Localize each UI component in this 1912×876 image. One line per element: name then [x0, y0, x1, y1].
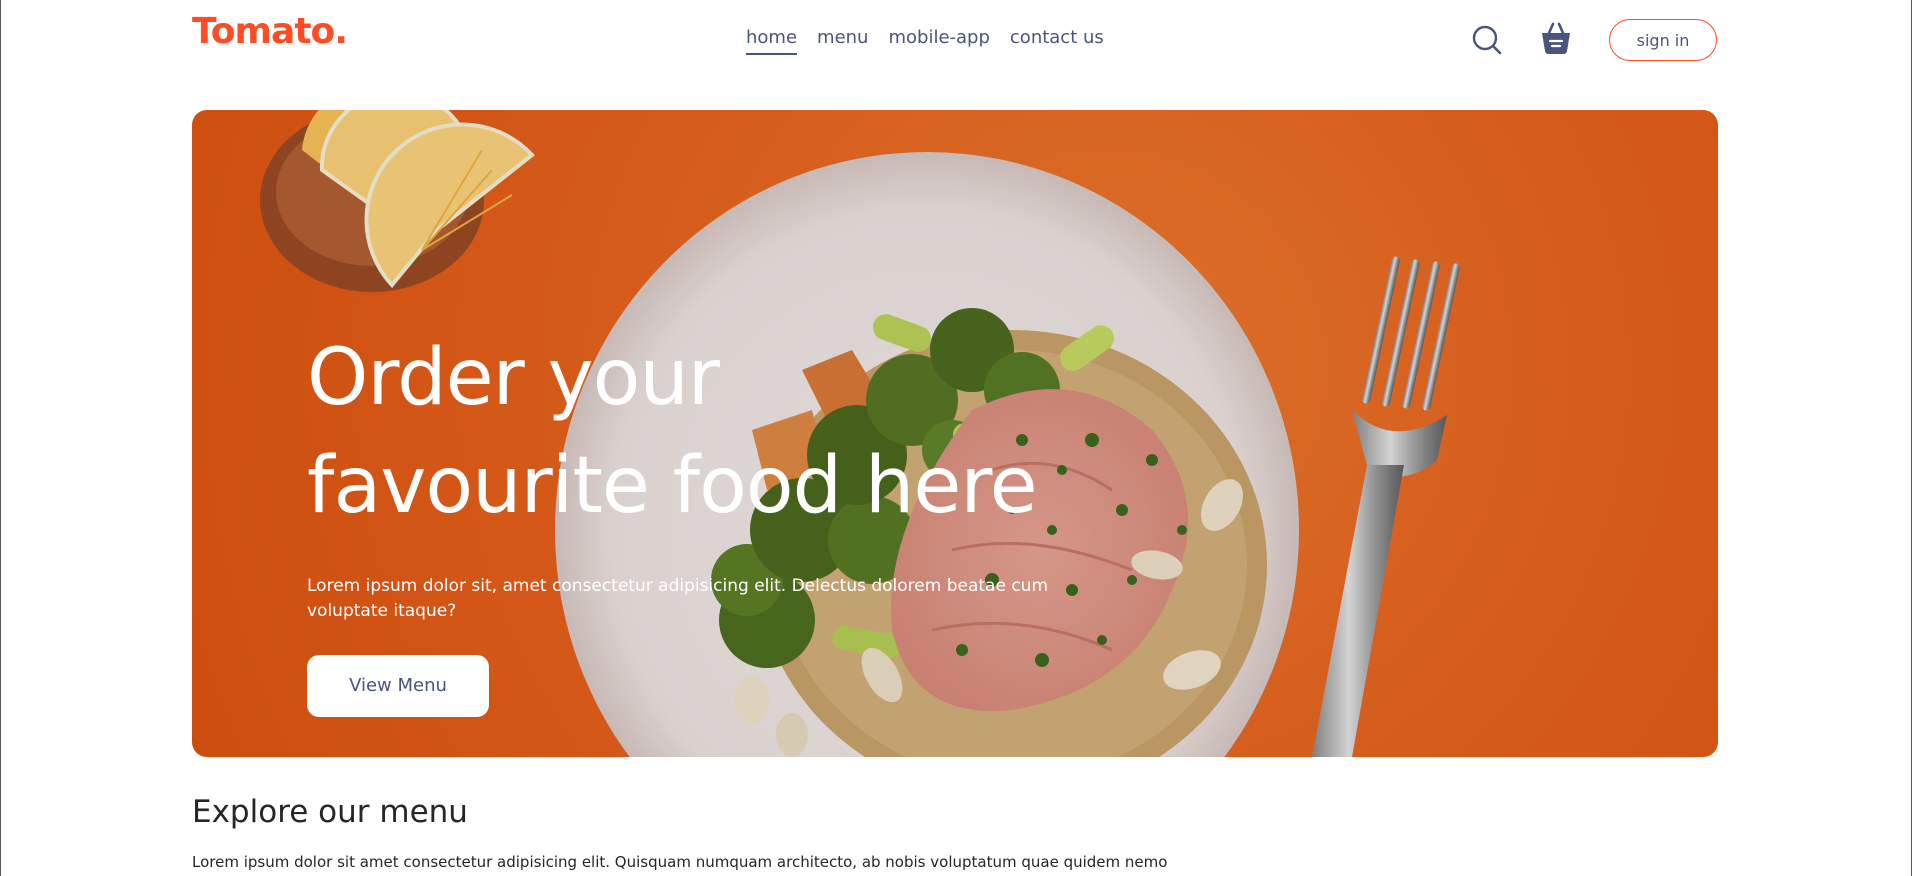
hero-description: Lorem ipsum dolor sit, amet consectetur … [307, 576, 1049, 621]
logo[interactable]: Tomato. [192, 14, 348, 50]
basket-icon[interactable] [1539, 20, 1573, 56]
nav-links: home menu mobile-app contact us [746, 27, 1104, 55]
page: Tomato. home menu mobile-app contact us … [0, 0, 1912, 876]
nav-link-menu[interactable]: menu [817, 27, 868, 55]
hero-title: Order your favourite food here [307, 325, 1087, 540]
nav-link-contact-us[interactable]: contact us [1010, 27, 1104, 55]
hero-banner: Order your favourite food here Lorem ips… [192, 110, 1718, 757]
explore-menu-text: Lorem ipsum dolor sit amet consectetur a… [192, 853, 1168, 871]
navbar: Tomato. home menu mobile-app contact us … [1, 0, 1911, 80]
nav-link-home[interactable]: home [746, 27, 798, 55]
hero-content: Order your favourite food here Lorem ips… [307, 325, 1087, 717]
view-menu-button[interactable]: View Menu [307, 654, 489, 717]
hero-title-line-1: Order your [307, 333, 720, 423]
search-icon[interactable] [1472, 25, 1502, 55]
nav-link-mobile-app[interactable]: mobile-app [888, 27, 989, 55]
explore-menu-title: Explore our menu [192, 794, 468, 830]
sign-in-button[interactable]: sign in [1609, 19, 1717, 61]
hero-title-line-2: favourite food here [307, 440, 1038, 531]
